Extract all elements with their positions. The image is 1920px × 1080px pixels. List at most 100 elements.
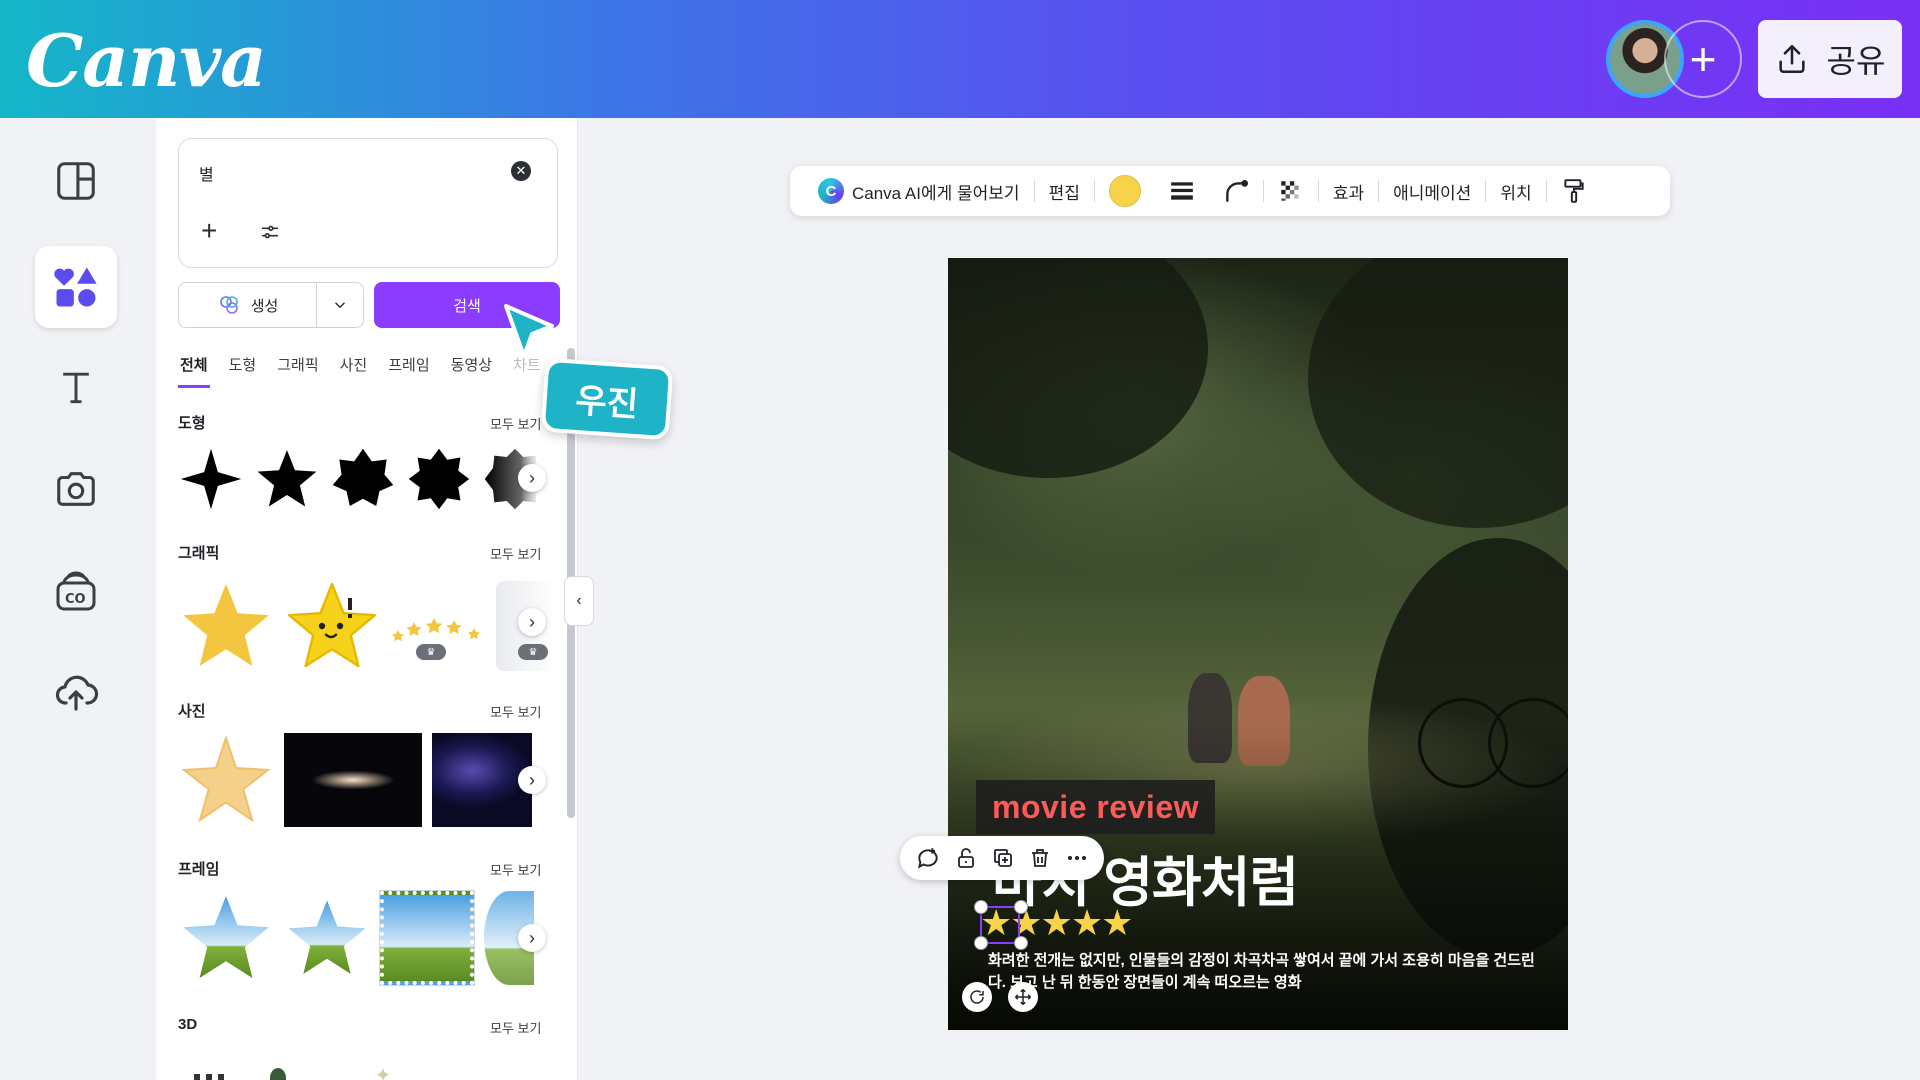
top-bar: Canva + 공유 xyxy=(0,0,1920,118)
shapes-next-arrow[interactable]: › xyxy=(518,464,546,492)
3d-item[interactable]: ✦ xyxy=(328,1048,438,1080)
camera-icon xyxy=(57,472,95,506)
share-label: 공유 xyxy=(1826,43,1886,79)
star-frame[interactable] xyxy=(178,890,274,986)
collaborator-cursor-icon xyxy=(504,304,554,358)
design-description[interactable]: 화려한 전개는 없지만, 인물들의 감정이 차곡차곡 쌓여서 끝에 가서 조용히… xyxy=(988,950,1548,994)
add-comment-icon[interactable] xyxy=(915,845,941,871)
search-box[interactable]: 별 ✕ + xyxy=(178,138,558,268)
share-button[interactable]: 공유 xyxy=(1758,20,1902,98)
section-title-frames: 프레임 xyxy=(178,861,220,878)
trash-icon[interactable] xyxy=(1028,846,1052,870)
paint-roller-icon xyxy=(1563,179,1584,203)
left-rail: CO xyxy=(0,118,156,1080)
search-input[interactable]: 별 xyxy=(199,161,214,185)
generate-label: 생성 xyxy=(250,297,279,315)
rail-photos-button[interactable] xyxy=(35,448,117,530)
move-handle[interactable] xyxy=(1008,982,1038,1012)
clear-search-icon[interactable]: ✕ xyxy=(511,161,531,181)
effects-button[interactable]: 효과 xyxy=(1319,176,1378,206)
tab-frames[interactable]: 프레임 xyxy=(386,354,431,388)
collapse-panel-button[interactable]: ‹ xyxy=(564,576,594,626)
share-upload-icon xyxy=(1778,44,1805,74)
cute-star-graphic[interactable] xyxy=(284,578,380,674)
section-title-graphics: 그래픽 xyxy=(178,545,220,562)
photos-row xyxy=(178,732,532,828)
generate-button[interactable]: 생성 xyxy=(179,283,317,327)
magic-generate-icon xyxy=(219,296,238,314)
position-button[interactable]: 위치 xyxy=(1486,176,1545,206)
see-all-graphics-link[interactable]: 모두 보기 xyxy=(490,544,541,563)
photos-next-arrow[interactable]: › xyxy=(518,766,546,794)
3d-item[interactable] xyxy=(238,1048,318,1080)
3d-row: ✦ xyxy=(178,1048,438,1080)
stamp-frame[interactable] xyxy=(379,890,475,986)
shapes-row xyxy=(178,434,548,524)
tab-photos[interactable]: 사진 xyxy=(338,354,370,388)
tab-graphics[interactable]: 그래픽 xyxy=(275,354,320,388)
generate-dropdown[interactable] xyxy=(317,296,363,314)
lock-icon[interactable] xyxy=(954,846,978,870)
see-all-photos-link[interactable]: 모두 보기 xyxy=(490,702,541,721)
premium-crown-icon: ♛ xyxy=(416,644,446,660)
rail-uploads-button[interactable] xyxy=(35,650,117,732)
rail-brand-button[interactable]: CO xyxy=(35,550,117,632)
3d-item[interactable] xyxy=(178,1048,228,1080)
tab-shapes[interactable]: 도형 xyxy=(227,354,259,388)
transparency-button[interactable] xyxy=(1264,176,1318,206)
five-point-star-shape[interactable] xyxy=(254,446,320,512)
tab-videos[interactable]: 동영상 xyxy=(449,354,494,388)
seven-point-star-shape[interactable] xyxy=(330,446,396,512)
rotate-handle[interactable] xyxy=(962,982,992,1012)
graphics-next-arrow[interactable]: › xyxy=(518,608,546,636)
canva-ai-icon: C xyxy=(818,178,844,204)
night-sky-photo[interactable] xyxy=(432,733,532,827)
see-all-3d-link[interactable]: 모두 보기 xyxy=(490,1018,541,1037)
section-title-3d: 3D xyxy=(178,1016,198,1033)
context-toolbar: C Canva AI에게 물어보기 편집 효과 애니메이션 위치 xyxy=(790,166,1670,216)
canva-logo[interactable]: Canva xyxy=(26,18,267,103)
resize-handle[interactable] xyxy=(974,936,988,950)
see-all-shapes-link[interactable]: 모두 보기 xyxy=(490,414,541,433)
edit-button[interactable]: 편집 xyxy=(1035,176,1094,206)
filter-icon[interactable] xyxy=(259,221,281,248)
tab-all[interactable]: 전체 xyxy=(178,354,210,388)
corner-rounding-button[interactable] xyxy=(1209,176,1263,206)
section-title-shapes: 도형 xyxy=(178,415,206,432)
animation-button[interactable]: 애니메이션 xyxy=(1379,176,1485,206)
ask-canva-ai-label: Canva AI에게 물어보기 xyxy=(852,183,1020,203)
duplicate-icon[interactable] xyxy=(991,846,1015,870)
border-style-button[interactable] xyxy=(1155,176,1209,206)
movie-review-badge[interactable]: movie review xyxy=(976,780,1215,834)
rotate-icon xyxy=(970,990,984,1004)
star-frame-small[interactable] xyxy=(284,890,370,986)
ask-canva-ai-button[interactable]: C Canva AI에게 물어보기 xyxy=(804,176,1034,206)
resize-handle[interactable] xyxy=(1014,900,1028,914)
copy-style-button[interactable] xyxy=(1547,176,1601,206)
rail-design-button[interactable] xyxy=(35,140,117,222)
text-icon xyxy=(63,372,89,404)
add-image-search-icon[interactable]: + xyxy=(201,217,217,245)
add-collaborator-button[interactable]: + xyxy=(1664,20,1742,98)
frames-next-arrow[interactable]: › xyxy=(518,924,546,952)
more-options-icon[interactable] xyxy=(1065,846,1089,870)
rail-text-button[interactable] xyxy=(35,346,117,428)
yellow-star-graphic[interactable] xyxy=(178,578,274,674)
design-page[interactable]: movie review 마치 영화처럼 ★★★★★ 화려한 전개는 없지만, … xyxy=(948,258,1568,1030)
see-all-frames-link[interactable]: 모두 보기 xyxy=(490,860,541,879)
rail-elements-button[interactable] xyxy=(35,246,117,328)
resize-handle[interactable] xyxy=(974,900,988,914)
section-title-photos: 사진 xyxy=(178,703,206,720)
elements-icon xyxy=(54,267,97,307)
resize-handle[interactable] xyxy=(1014,936,1028,950)
frames-row xyxy=(178,888,534,988)
watercolor-star-photo[interactable] xyxy=(178,732,274,828)
eight-point-star-shape[interactable] xyxy=(406,446,472,512)
fill-color-button[interactable] xyxy=(1095,175,1155,207)
four-point-star-shape[interactable] xyxy=(178,446,244,512)
chevron-down-icon xyxy=(334,302,346,309)
move-icon xyxy=(1014,988,1032,1006)
generate-button-group: 생성 xyxy=(178,282,364,328)
galaxy-photo[interactable] xyxy=(284,733,422,827)
color-swatch xyxy=(1108,175,1141,207)
